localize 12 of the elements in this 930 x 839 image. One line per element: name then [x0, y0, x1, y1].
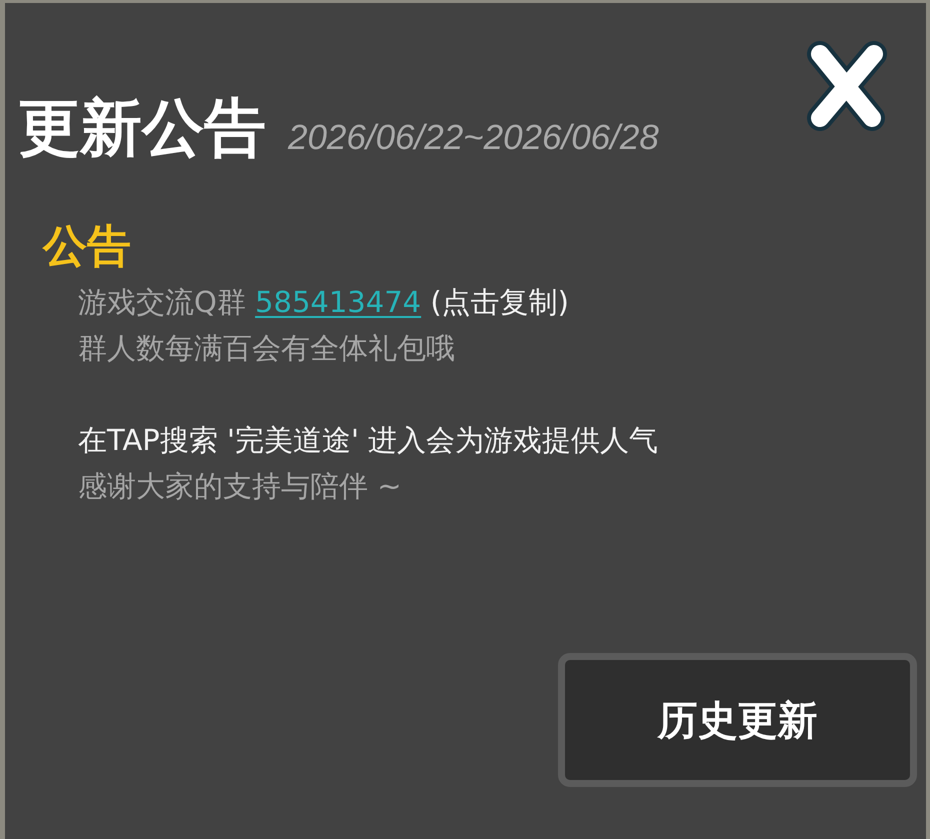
history-button[interactable]: 历史更新	[558, 653, 917, 787]
group-number-link[interactable]: 585413474	[255, 285, 422, 320]
close-icon	[804, 40, 888, 132]
date-range: 2026/06/22~2026/06/28	[288, 118, 659, 158]
notice-text: 在TAP搜索 '完美道途' 进入会为游戏提供人气	[78, 422, 658, 460]
close-button[interactable]	[804, 40, 888, 132]
notice-text: (点击复制)	[430, 285, 569, 320]
dialog-title: 更新公告	[18, 91, 266, 166]
notice-text: 游戏交流Q群	[78, 285, 246, 320]
notice-text: 群人数每满百会有全体礼包哦	[78, 330, 455, 368]
section-heading: 公告	[43, 221, 131, 274]
notice-text: 感谢大家的支持与陪伴 ~	[78, 468, 402, 506]
